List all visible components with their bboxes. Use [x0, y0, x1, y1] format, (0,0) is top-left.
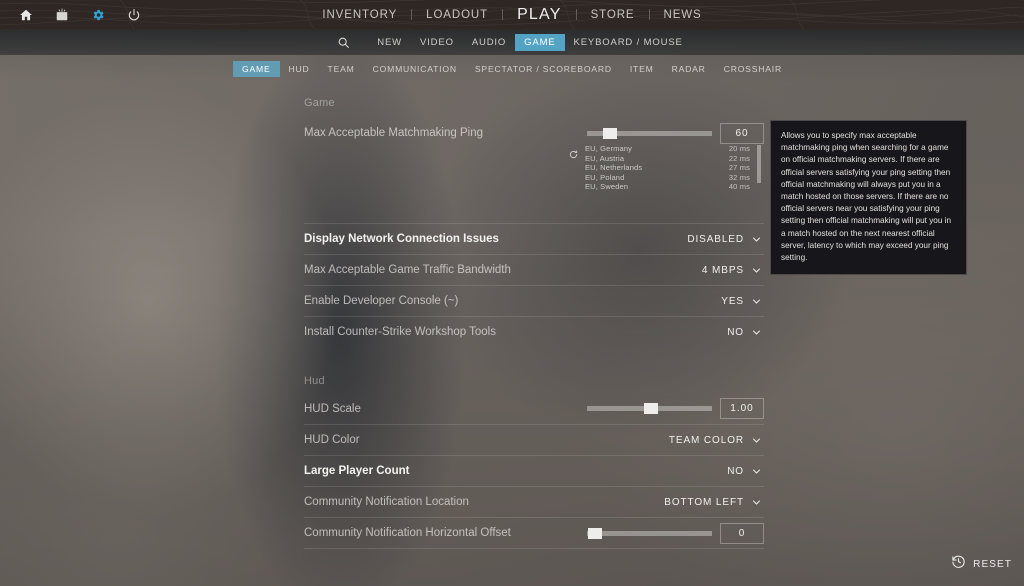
tab-hud[interactable]: HUD — [280, 61, 319, 77]
chevron-down-icon[interactable] — [751, 435, 762, 446]
section-header-hud: Hud — [304, 375, 325, 387]
ping-list-scrollbar[interactable] — [757, 145, 761, 183]
setting-row-display-network-connection-issues[interactable]: Display Network Connection Issues DISABL… — [304, 223, 764, 254]
setting-label: HUD Scale — [304, 402, 361, 415]
nav-item-play[interactable]: PLAY — [503, 6, 576, 24]
tab-radar[interactable]: RADAR — [663, 61, 715, 77]
nav-item-store[interactable]: STORE — [577, 9, 649, 21]
chevron-down-icon[interactable] — [751, 327, 762, 338]
setting-value: DISABLED — [687, 233, 744, 245]
slider-knob[interactable] — [603, 127, 617, 139]
ping-region: EU, Sweden — [585, 182, 629, 192]
settings-category-bar: NEW VIDEO AUDIO GAME KEYBOARD / MOUSE — [0, 29, 1024, 55]
nav-item-inventory[interactable]: INVENTORY — [308, 9, 411, 21]
hud-scale-slider[interactable] — [587, 403, 712, 414]
ping-row: EU, Poland 32 ms — [585, 173, 750, 183]
ping-region: EU, Poland — [585, 172, 625, 182]
ping-latency: 27 ms — [728, 163, 750, 173]
category-game[interactable]: GAME — [515, 33, 565, 51]
history-reset-icon — [951, 554, 966, 574]
chevron-down-icon[interactable] — [751, 265, 762, 276]
slider-knob[interactable] — [588, 527, 602, 539]
tab-item[interactable]: ITEM — [621, 61, 663, 77]
slider-group: 1.00 — [587, 398, 764, 419]
setting-value: TEAM COLOR — [668, 434, 744, 446]
setting-value: NO — [727, 465, 744, 477]
setting-label: Enable Developer Console (~) — [304, 295, 459, 307]
community-notification-offset-slider[interactable] — [587, 527, 712, 539]
search-icon[interactable] — [332, 32, 354, 52]
setting-tooltip: Allows you to specify max acceptable mat… — [770, 120, 967, 276]
setting-row-community-notification-horizontal-offset[interactable]: Community Notification Horizontal Offset… — [304, 517, 764, 548]
slider-group: 60 — [587, 122, 764, 144]
setting-label: Community Notification Horizontal Offset — [304, 527, 511, 539]
setting-label: Community Notification Location — [304, 496, 469, 508]
tab-communication[interactable]: COMMUNICATION — [364, 61, 466, 77]
refresh-icon[interactable] — [569, 146, 578, 164]
setting-label: Max Acceptable Game Traffic Bandwidth — [304, 264, 511, 276]
category-keyboard-mouse[interactable]: KEYBOARD / MOUSE — [565, 34, 692, 51]
max-matchmaking-ping-value[interactable]: 60 — [720, 122, 764, 144]
community-notification-offset-value[interactable]: 0 — [720, 522, 764, 544]
reset-button[interactable]: RESET — [951, 554, 1012, 574]
setting-row-max-game-traffic-bandwidth[interactable]: Max Acceptable Game Traffic Bandwidth 4 … — [304, 254, 764, 285]
setting-value: YES — [721, 295, 744, 307]
reset-label: RESET — [973, 558, 1012, 570]
max-matchmaking-ping-slider[interactable] — [587, 127, 712, 139]
setting-row-install-workshop-tools[interactable]: Install Counter-Strike Workshop Tools NO — [304, 316, 764, 347]
setting-row-hud-scale[interactable]: HUD Scale 1.00 — [304, 393, 764, 424]
ping-rows: EU, Germany 20 ms EU, Austria 22 ms EU, … — [585, 144, 750, 192]
ping-latency: 40 ms — [728, 182, 750, 192]
setting-row-partial[interactable] — [304, 548, 764, 568]
slider-knob[interactable] — [644, 403, 658, 414]
ping-latency: 32 ms — [728, 172, 750, 182]
top-bar: INVENTORY LOADOUT PLAY STORE NEWS — [0, 0, 1024, 29]
category-video[interactable]: VIDEO — [411, 34, 463, 51]
server-ping-list: EU, Germany 20 ms EU, Austria 22 ms EU, … — [569, 144, 761, 192]
nav-item-news[interactable]: NEWS — [650, 9, 716, 21]
setting-label: Display Network Connection Issues — [304, 233, 499, 245]
setting-row-enable-developer-console[interactable]: Enable Developer Console (~) YES — [304, 285, 764, 316]
settings-panel: Game Max Acceptable Matchmaking Ping 60 … — [304, 92, 764, 586]
settings-tab-bar: GAME HUD TEAM COMMUNICATION SPECTATOR / … — [0, 60, 1024, 77]
chevron-down-icon[interactable] — [751, 497, 762, 508]
setting-row-large-player-count[interactable]: Large Player Count NO — [304, 455, 764, 486]
ping-row: EU, Germany 20 ms — [585, 144, 750, 154]
setting-row-hud-color[interactable]: HUD Color TEAM COLOR — [304, 424, 764, 455]
ping-latency: 22 ms — [728, 153, 750, 163]
hud-scale-value[interactable]: 1.00 — [720, 398, 764, 419]
setting-row-max-matchmaking-ping[interactable]: Max Acceptable Matchmaking Ping 60 — [304, 119, 764, 147]
tab-spectator-scoreboard[interactable]: SPECTATOR / SCOREBOARD — [466, 61, 621, 77]
setting-row-community-notification-location[interactable]: Community Notification Location BOTTOM L… — [304, 486, 764, 517]
ping-row: EU, Netherlands 27 ms — [585, 163, 750, 173]
ping-region: EU, Austria — [585, 153, 625, 163]
tab-crosshair[interactable]: CROSSHAIR — [715, 61, 791, 77]
tab-game[interactable]: GAME — [233, 60, 280, 77]
ping-row: EU, Austria 22 ms — [585, 154, 750, 164]
chevron-down-icon[interactable] — [751, 466, 762, 477]
main-navigation: INVENTORY LOADOUT PLAY STORE NEWS — [0, 0, 1024, 29]
setting-label: Max Acceptable Matchmaking Ping — [304, 127, 483, 139]
category-audio[interactable]: AUDIO — [463, 34, 515, 51]
ping-latency: 20 ms — [728, 144, 750, 153]
chevron-down-icon[interactable] — [751, 296, 762, 307]
setting-value: NO — [727, 326, 744, 338]
setting-value: 4 MBPS — [701, 264, 744, 276]
setting-value: BOTTOM LEFT — [664, 496, 744, 508]
ping-region: EU, Germany — [585, 144, 633, 153]
ping-region: EU, Netherlands — [585, 163, 643, 173]
setting-label: Large Player Count — [304, 465, 410, 477]
chevron-down-icon[interactable] — [751, 234, 762, 245]
setting-label: HUD Color — [304, 434, 360, 446]
setting-label: Install Counter-Strike Workshop Tools — [304, 326, 496, 338]
nav-item-loadout[interactable]: LOADOUT — [412, 9, 502, 21]
section-header-game: Game — [304, 97, 335, 109]
category-new[interactable]: NEW — [368, 34, 411, 51]
ping-row: EU, Sweden 40 ms — [585, 182, 750, 192]
tab-team[interactable]: TEAM — [319, 61, 364, 77]
slider-group: 0 — [587, 522, 764, 544]
